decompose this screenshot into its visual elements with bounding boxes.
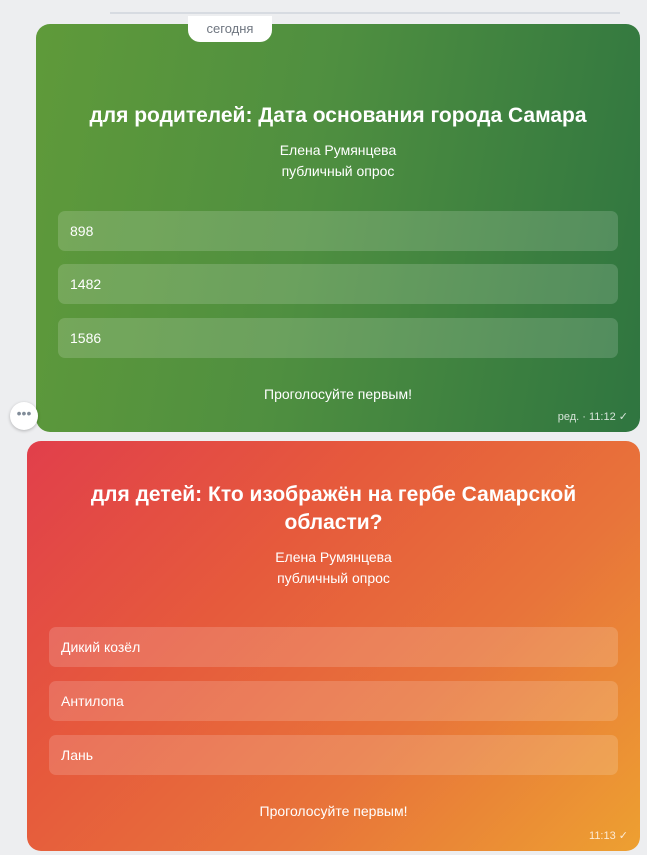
poll-type: публичный опрос [277,570,390,586]
poll-option[interactable]: Лань [49,735,618,775]
poll-card-kids: для детей: Кто изображён на гербе Самарс… [27,441,640,851]
poll-title: для родителей: Дата основания города Сам… [89,104,587,127]
date-separator: сегодня [188,16,272,42]
vote-first-prompt: Проголосуйте первым! [264,386,412,402]
more-actions-icon[interactable]: ••• [10,402,38,430]
poll-title: для детей: Кто изображён на гербе Самарс… [90,483,577,534]
vote-first-prompt: Проголосуйте первым! [259,803,408,819]
poll-option[interactable]: 898 [58,211,618,251]
poll-card-parents: для родителей: Дата основания города Сам… [36,24,640,432]
message-meta: 11:13 ✓ [589,830,628,842]
poll-type: публичный опрос [281,163,395,179]
divider [110,12,620,14]
message-feed: сегодня для родителей: Дата основания го… [0,0,647,855]
poll-option[interactable]: Антилопа [49,681,618,721]
poll-author[interactable]: Елена Румянцева [27,547,640,567]
poll-option[interactable]: 1482 [58,264,618,304]
poll-author[interactable]: Елена Румянцева [36,140,640,160]
poll-option[interactable]: Дикий козёл [49,627,618,667]
message-meta: ред. · 11:12 ✓ [557,411,628,423]
poll-option[interactable]: 1586 [58,318,618,358]
